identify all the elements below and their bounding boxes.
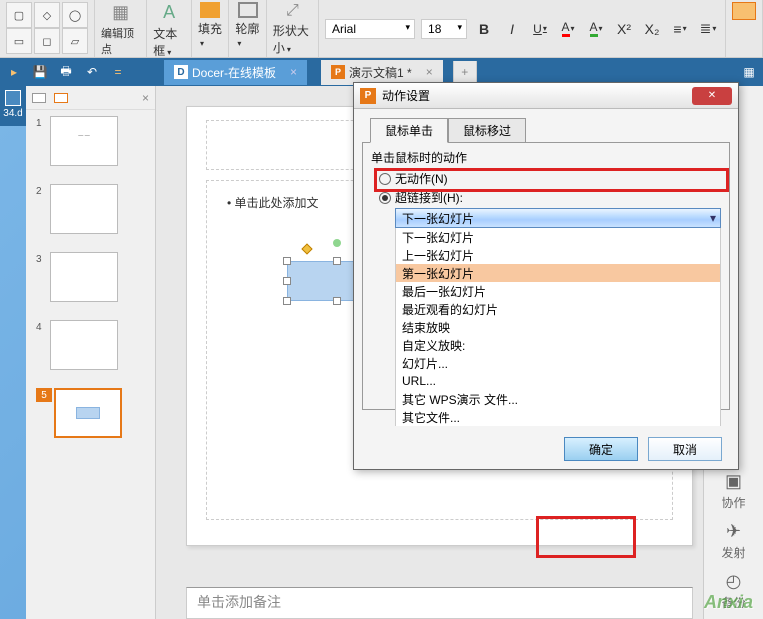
font-size-select[interactable]: 18 xyxy=(421,19,467,39)
dialog-title: 动作设置 xyxy=(382,87,430,104)
dd-opt-1[interactable]: 上一张幻灯片 xyxy=(396,246,720,264)
file-strip: 34.d xyxy=(0,86,26,126)
align-button[interactable]: ≡▾ xyxy=(669,18,691,40)
shape-btn-2[interactable]: ◇ xyxy=(34,2,60,28)
textbox-label[interactable]: 文本框 xyxy=(153,27,177,58)
thumbnail-3[interactable]: 3 xyxy=(36,252,155,302)
hyperlink-target-select[interactable]: 下一张幻灯片 xyxy=(395,208,721,228)
fill-label[interactable]: 填充 xyxy=(198,22,222,36)
list-button[interactable]: ≣▾ xyxy=(697,18,719,40)
tab-mouse-click[interactable]: 鼠标单击 xyxy=(370,118,448,143)
thumb-view-icon[interactable] xyxy=(32,93,46,103)
dd-opt-0[interactable]: 下一张幻灯片 xyxy=(396,228,720,246)
dd-opt-2[interactable]: 第一张幻灯片 xyxy=(396,264,720,282)
bold-button[interactable]: B xyxy=(473,18,495,40)
watermark: Anxia xyxy=(704,592,753,613)
qat-redo-icon[interactable]: = xyxy=(108,62,128,82)
qat-menu-icon[interactable]: ▦ xyxy=(739,62,759,82)
superscript-button[interactable]: X² xyxy=(613,18,635,40)
hyperlink-dropdown-list: 下一张幻灯片 上一张幻灯片 第一张幻灯片 最后一张幻灯片 最近观看的幻灯片 结束… xyxy=(395,228,721,426)
option-hyperlink[interactable]: 超链接到(H): xyxy=(379,189,721,206)
dd-opt-7[interactable]: 幻灯片... xyxy=(396,354,720,372)
ok-button[interactable]: 确定 xyxy=(564,437,638,461)
thumbnail-panel-close[interactable]: × xyxy=(142,91,149,105)
shape-btn-3[interactable]: ◯ xyxy=(62,2,88,28)
option-none[interactable]: 无动作(N) xyxy=(379,170,721,187)
thumbnail-4[interactable]: 4 xyxy=(36,320,155,370)
action-settings-dialog: P 动作设置 ✕ 鼠标单击 鼠标移过 单击鼠标时的动作 无动作(N) 超链接到(… xyxy=(353,82,739,470)
tab-doc-close[interactable]: × xyxy=(426,65,433,79)
thumbnail-2[interactable]: 2 xyxy=(36,184,155,234)
italic-button[interactable]: I xyxy=(501,18,523,40)
file-thumb-icon[interactable] xyxy=(5,90,21,106)
rotate-handle[interactable] xyxy=(333,239,341,247)
highlight-button[interactable]: A▾ xyxy=(585,18,607,40)
outline-view-icon[interactable] xyxy=(54,93,68,103)
dd-opt-5[interactable]: 结束放映 xyxy=(396,318,720,336)
font-name-select[interactable]: Arial xyxy=(325,19,415,39)
dialog-titlebar[interactable]: P 动作设置 ✕ xyxy=(354,83,738,109)
tab-add-button[interactable]: + xyxy=(453,61,477,83)
tab-document[interactable]: P 演示文稿1 * × xyxy=(321,60,443,85)
dialog-close-button[interactable]: ✕ xyxy=(692,87,732,105)
dd-opt-8[interactable]: URL... xyxy=(396,372,720,390)
outline-label[interactable]: 轮廓 xyxy=(235,22,259,36)
notes-pane[interactable]: 单击添加备注 xyxy=(186,587,693,619)
cancel-button[interactable]: 取消 xyxy=(648,437,722,461)
group-label: 单击鼠标时的动作 xyxy=(371,149,721,166)
qat-print-icon[interactable]: 🖶 xyxy=(56,62,76,82)
sidebar-collab[interactable]: ▣协作 xyxy=(704,466,763,516)
ribbon-toolbar: ▢ ◇ ◯ ▭ ◻ ▱ ▦ 编辑顶点 A 文本框▾ 填充▾ 轮廓▾ ⤢ 形状大小… xyxy=(0,0,763,58)
file-label: 34.d xyxy=(3,108,22,119)
dd-opt-9[interactable]: 其它 WPS演示 文件... xyxy=(396,390,720,408)
qat-save-icon[interactable]: 💾 xyxy=(30,62,50,82)
dialog-app-icon: P xyxy=(360,88,376,104)
tab-docer[interactable]: D Docer-在线模板 × xyxy=(164,60,307,85)
font-color-button[interactable]: A▾ xyxy=(557,18,579,40)
qat-new-icon[interactable]: ▸ xyxy=(4,62,24,82)
thumbnail-panel: × 1— — 2 3 4 5 xyxy=(26,86,156,619)
edit-vertex-label[interactable]: 编辑顶点 xyxy=(101,25,140,57)
thumbnail-list: 1— — 2 3 4 5 xyxy=(26,110,155,438)
tab-docer-close[interactable]: × xyxy=(290,65,297,79)
shape-btn-6[interactable]: ▱ xyxy=(62,28,88,54)
dd-opt-6[interactable]: 自定义放映: xyxy=(396,336,720,354)
dd-opt-4[interactable]: 最近观看的幻灯片 xyxy=(396,300,720,318)
sidebar-launch[interactable]: ✈发射 xyxy=(704,516,763,566)
underline-button[interactable]: U▾ xyxy=(529,18,551,40)
thumbnail-1[interactable]: 1— — xyxy=(36,116,155,166)
thumbnail-5[interactable]: 5 xyxy=(36,388,155,438)
shape-btn-5[interactable]: ◻ xyxy=(34,28,60,54)
subscript-button[interactable]: X₂ xyxy=(641,18,663,40)
dd-opt-3[interactable]: 最后一张幻灯片 xyxy=(396,282,720,300)
tab-mouse-hover[interactable]: 鼠标移过 xyxy=(448,118,526,143)
shape-btn-4[interactable]: ▭ xyxy=(6,28,32,54)
qat-undo-icon[interactable]: ↶ xyxy=(82,62,102,82)
dd-opt-10[interactable]: 其它文件... xyxy=(396,408,720,426)
shape-btn-1[interactable]: ▢ xyxy=(6,2,32,28)
